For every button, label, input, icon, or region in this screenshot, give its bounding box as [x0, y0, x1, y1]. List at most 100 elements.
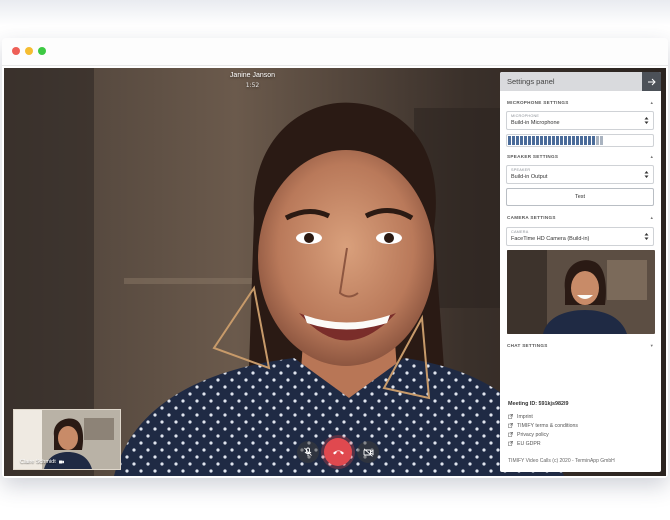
- mute-microphone-button[interactable]: [297, 441, 319, 463]
- self-view-video[interactable]: Claire Schmidt: [13, 409, 121, 470]
- meter-segment: [608, 136, 611, 145]
- meter-segment: [544, 136, 547, 145]
- meter-segment: [640, 136, 643, 145]
- meter-segment: [532, 136, 535, 145]
- meter-segment: [552, 136, 555, 145]
- link-label: EU GDPR: [517, 440, 541, 447]
- link-label: Imprint: [517, 413, 533, 420]
- meter-segment: [644, 136, 647, 145]
- close-window-button[interactable]: [12, 47, 20, 55]
- toggle-camera-button[interactable]: [357, 441, 379, 463]
- meter-segment: [632, 136, 635, 145]
- meter-segment: [600, 136, 603, 145]
- select-arrows-icon: [644, 233, 649, 240]
- panel-footer: TIMIFY Video Calls (c) 2020 - TerminApp …: [508, 458, 615, 464]
- meter-segment: [520, 136, 523, 145]
- meter-segment: [516, 136, 519, 145]
- camera-field-label: CAMERA: [511, 230, 529, 234]
- meter-segment: [528, 136, 531, 145]
- chevron-up-icon: ▲: [649, 215, 654, 220]
- external-link-icon: [508, 414, 513, 419]
- meter-segment: [596, 136, 599, 145]
- camera-preview-image: [507, 250, 655, 334]
- self-view-name: Claire Schmidt: [20, 459, 56, 465]
- meter-segment: [580, 136, 583, 145]
- microphone-select[interactable]: MICROPHONE Build-in Microphone: [506, 111, 654, 130]
- arrow-right-icon: [648, 78, 656, 85]
- microphone-settings-title: MICROPHONE SETTINGS: [507, 100, 569, 105]
- camera-preview: [507, 250, 655, 334]
- app-window: Janine Janson 1:52 Claire Schmidt Settin…: [2, 38, 668, 478]
- meter-segment: [604, 136, 607, 145]
- meter-segment: [612, 136, 615, 145]
- meter-segment: [524, 136, 527, 145]
- test-speaker-button[interactable]: Test: [506, 188, 654, 206]
- select-arrows-icon: [644, 171, 649, 178]
- phone-hangup-icon: [332, 450, 344, 455]
- meter-segment: [616, 136, 619, 145]
- caller-info: Janine Janson 1:52: [4, 72, 501, 89]
- call-duration: 1:52: [245, 82, 260, 89]
- camera-settings-title: CAMERA SETTINGS: [507, 215, 556, 220]
- microphone-level-meter: [506, 134, 654, 147]
- speaker-settings-header[interactable]: SPEAKER SETTINGS ▲: [507, 154, 656, 159]
- mic-off-icon: [304, 447, 312, 456]
- window-titlebar: [2, 38, 668, 66]
- link-privacy[interactable]: Privacy policy: [508, 430, 578, 439]
- minimize-window-button[interactable]: [25, 47, 33, 55]
- external-link-icon: [508, 423, 513, 428]
- page-backdrop: [0, 0, 670, 26]
- external-link-icon: [508, 441, 513, 446]
- settings-panel-title: Settings panel: [507, 77, 555, 86]
- meter-segment: [572, 136, 575, 145]
- meter-segment: [512, 136, 515, 145]
- meter-segment: [540, 136, 543, 145]
- chat-settings-title: CHAT SETTINGS: [507, 343, 548, 348]
- chevron-up-icon: ▲: [649, 154, 654, 159]
- meter-segment: [508, 136, 511, 145]
- video-off-icon: [363, 447, 373, 457]
- video-call-stage: Janine Janson 1:52 Claire Schmidt Settin…: [4, 68, 666, 476]
- legal-links: Imprint TIMIFY terms & conditions Privac…: [508, 412, 578, 448]
- caller-name: Janine Janson: [229, 72, 276, 79]
- meter-segment: [568, 136, 571, 145]
- meter-segment: [592, 136, 595, 145]
- meter-segment: [564, 136, 567, 145]
- microphone-settings-header[interactable]: MICROPHONE SETTINGS ▲: [507, 100, 656, 105]
- meter-segment: [584, 136, 587, 145]
- microphone-value: Build-in Microphone: [511, 120, 560, 126]
- meter-segment: [628, 136, 631, 145]
- camera-value: FaceTime HD Camera (Build-in): [511, 236, 590, 242]
- meter-segment: [588, 136, 591, 145]
- settings-panel-header: Settings panel: [500, 72, 661, 91]
- chevron-up-icon: ▲: [649, 100, 654, 105]
- meter-segment: [536, 136, 539, 145]
- chevron-down-icon: ▼: [649, 343, 654, 348]
- link-terms[interactable]: TIMIFY terms & conditions: [508, 421, 578, 430]
- maximize-window-button[interactable]: [38, 47, 46, 55]
- hang-up-button[interactable]: [324, 438, 352, 466]
- chat-settings-header[interactable]: CHAT SETTINGS ▼: [507, 343, 656, 348]
- meter-segment: [620, 136, 623, 145]
- settings-panel: Settings panel MICROPHONE SETTINGS ▲ MIC…: [500, 72, 661, 472]
- speaker-value: Build-in Output: [511, 174, 548, 180]
- camera-small-icon: [58, 460, 64, 464]
- link-gdpr[interactable]: EU GDPR: [508, 439, 578, 448]
- meter-segment: [560, 136, 563, 145]
- link-label: Privacy policy: [517, 431, 549, 438]
- close-panel-button[interactable]: [642, 72, 661, 91]
- speaker-select[interactable]: SPEAKER Build-in Output: [506, 165, 654, 184]
- meter-segment: [624, 136, 627, 145]
- meter-segment: [548, 136, 551, 145]
- camera-settings-header[interactable]: CAMERA SETTINGS ▲: [507, 215, 656, 220]
- camera-select[interactable]: CAMERA FaceTime HD Camera (Build-in): [506, 227, 654, 246]
- microphone-field-label: MICROPHONE: [511, 114, 540, 118]
- meter-segment: [556, 136, 559, 145]
- link-imprint[interactable]: Imprint: [508, 412, 578, 421]
- meeting-id: Meeting ID: 591kjs982l9: [508, 401, 569, 407]
- external-link-icon: [508, 432, 513, 437]
- speaker-settings-title: SPEAKER SETTINGS: [507, 154, 559, 159]
- meter-segment: [648, 136, 651, 145]
- link-label: TIMIFY terms & conditions: [517, 422, 579, 429]
- meter-segment: [636, 136, 639, 145]
